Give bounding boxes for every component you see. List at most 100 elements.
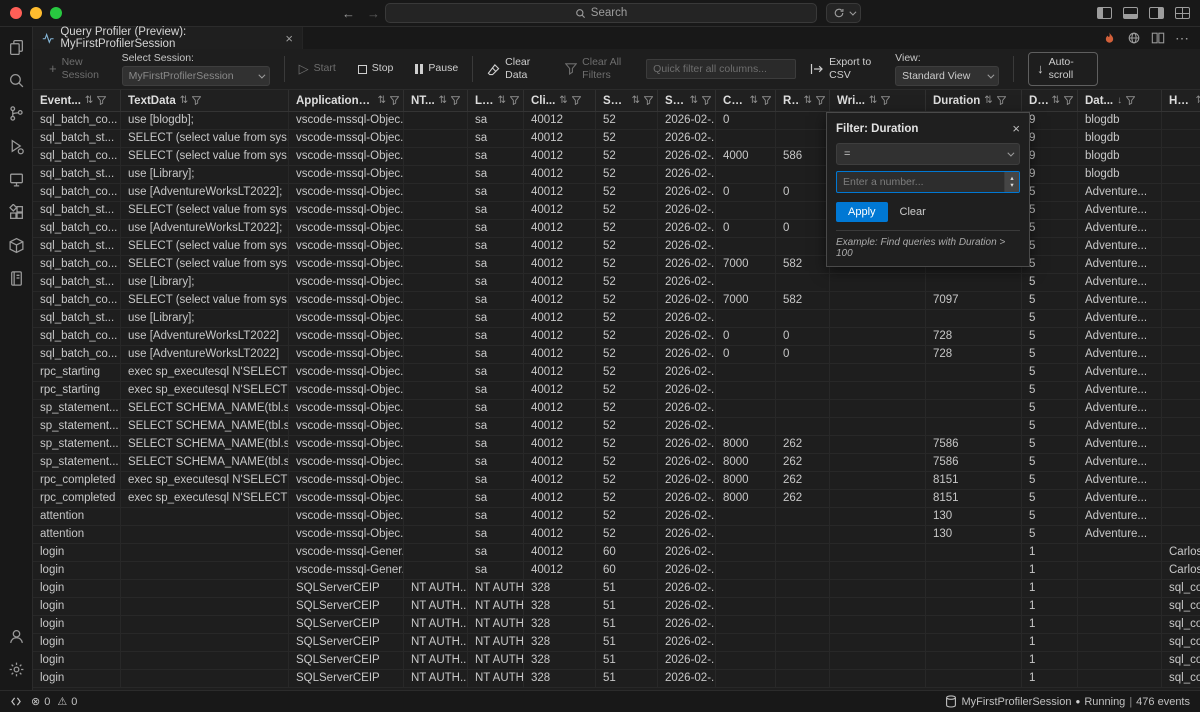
table-row[interactable]: sql_batch_st...use [Library];vscode-mssq… — [33, 274, 1200, 292]
stop-button[interactable]: Stop — [358, 62, 394, 75]
table-row[interactable]: sp_statement...SELECT SCHEMA_NAME(tbl.sc… — [33, 418, 1200, 436]
quick-filter-input[interactable] — [646, 59, 796, 79]
filter-funnel-icon[interactable] — [192, 96, 201, 105]
operator-select[interactable]: = — [836, 143, 1020, 165]
filter-funnel-icon[interactable] — [1126, 96, 1135, 105]
start-button[interactable]: ▷ Start — [299, 61, 336, 77]
number-spinner[interactable]: ▴▾ — [1004, 172, 1019, 192]
filter-funnel-icon[interactable] — [572, 96, 581, 105]
table-row[interactable]: loginSQLServerCEIPNT AUTH...NT AUTH...32… — [33, 670, 1200, 688]
column-header-databaseid[interactable]: Dat...⇅ — [1022, 90, 1078, 111]
table-row[interactable]: attentionvscode-mssql-Objec...sa40012522… — [33, 526, 1200, 544]
filter-funnel-icon[interactable] — [510, 96, 519, 105]
table-row[interactable]: sql_batch_co...SELECT (select value from… — [33, 292, 1200, 310]
filter-funnel-icon[interactable] — [816, 96, 825, 105]
column-header-spid[interactable]: SPID⇅ — [596, 90, 658, 111]
explorer-icon[interactable] — [0, 31, 33, 64]
sort-icon[interactable]: ⇅ — [498, 95, 506, 106]
more-actions-icon[interactable]: ⋯ — [1175, 30, 1190, 47]
table-row[interactable]: loginvscode-mssql-Gener...sa40012602026-… — [33, 562, 1200, 580]
database-projects-icon[interactable] — [0, 229, 33, 262]
toggle-primary-sidebar-icon[interactable] — [1097, 7, 1112, 19]
column-header-databasename[interactable]: Dat...↓ — [1078, 90, 1162, 111]
remote-indicator[interactable] — [10, 696, 22, 707]
new-session-button[interactable]: + New Session — [49, 56, 108, 82]
table-row[interactable]: rpc_startingexec sp_executesql N'SELECT … — [33, 364, 1200, 382]
forward-icon[interactable]: → — [367, 6, 380, 21]
toggle-secondary-sidebar-icon[interactable] — [1149, 7, 1164, 19]
autoscroll-button[interactable]: ↓ Auto-scroll — [1028, 52, 1098, 86]
column-header-hostname[interactable]: Ho...⇅ — [1162, 90, 1200, 111]
column-header-starttime[interactable]: Sta...⇅ — [658, 90, 716, 111]
column-header-applicationname[interactable]: ApplicationN...⇅ — [289, 90, 404, 111]
run-debug-icon[interactable] — [0, 130, 33, 163]
filter-funnel-icon[interactable] — [1064, 96, 1073, 105]
filter-funnel-icon[interactable] — [762, 96, 771, 105]
table-row[interactable]: rpc_completedexec sp_executesql N'SELECT… — [33, 472, 1200, 490]
account-icon[interactable] — [0, 620, 33, 653]
filter-funnel-icon[interactable] — [997, 96, 1006, 105]
profiler-session-status[interactable]: MyFirstProfilerSession ● Running | 476 e… — [945, 695, 1190, 708]
minimize-window-button[interactable] — [30, 7, 42, 19]
column-header-cpu[interactable]: CPU⇅ — [716, 90, 776, 111]
table-row[interactable]: loginSQLServerCEIPNT AUTH...NT AUTH...32… — [33, 616, 1200, 634]
split-editor-icon[interactable] — [1151, 31, 1165, 45]
problems-indicator[interactable]: ⊗ 0 ⚠ 0 — [31, 695, 77, 708]
sort-icon[interactable]: ⇅ — [632, 95, 640, 106]
settings-icon[interactable] — [0, 653, 33, 686]
column-header-reads[interactable]: Re...⇅ — [776, 90, 830, 111]
sort-icon[interactable]: ⇅ — [1196, 95, 1200, 106]
table-row[interactable]: sp_statement...SELECT SCHEMA_NAME(tbl.sc… — [33, 454, 1200, 472]
filter-funnel-icon[interactable] — [702, 96, 711, 105]
table-row[interactable]: sql_batch_co...use [AdventureWorksLT2022… — [33, 328, 1200, 346]
spinner-down-icon[interactable]: ▾ — [1010, 182, 1013, 189]
filter-funnel-icon[interactable] — [644, 96, 653, 105]
sort-icon[interactable]: ⇅ — [85, 95, 93, 106]
back-icon[interactable]: ← — [342, 6, 355, 21]
table-row[interactable]: loginSQLServerCEIPNT AUTH...NT AUTH...32… — [33, 652, 1200, 670]
command-center-search[interactable]: Search — [385, 3, 817, 23]
spinner-up-icon[interactable]: ▴ — [1010, 175, 1013, 182]
sort-icon[interactable]: ⇅ — [804, 95, 812, 106]
table-row[interactable]: sql_batch_co...use [AdventureWorksLT2022… — [33, 346, 1200, 364]
sort-icon[interactable]: ⇅ — [439, 95, 447, 106]
sort-icon[interactable]: ⇅ — [690, 95, 698, 106]
column-header-ntusername[interactable]: NT...⇅ — [404, 90, 468, 111]
table-row[interactable]: sp_statement...SELECT SCHEMA_NAME(tbl.sc… — [33, 436, 1200, 454]
table-row[interactable]: rpc_startingexec sp_executesql N'SELECT … — [33, 382, 1200, 400]
view-select[interactable]: Standard View — [895, 66, 999, 86]
filter-funnel-icon[interactable] — [451, 96, 460, 105]
table-row[interactable]: sql_batch_st...use [Library];vscode-mssq… — [33, 310, 1200, 328]
clear-data-button[interactable]: Clear Data — [487, 56, 539, 82]
table-row[interactable]: loginvscode-mssql-Gener...sa40012602026-… — [33, 544, 1200, 562]
globe-icon[interactable] — [1127, 31, 1141, 45]
table-row[interactable]: attentionvscode-mssql-Objec...sa40012522… — [33, 508, 1200, 526]
apply-filter-button[interactable]: Apply — [836, 202, 888, 222]
tab-query-profiler[interactable]: Query Profiler (Preview): MyFirstProfile… — [33, 27, 303, 49]
sort-icon[interactable]: ⇅ — [869, 95, 877, 106]
export-csv-button[interactable]: Export to CSV — [810, 56, 881, 82]
filter-value-input[interactable] — [837, 172, 1004, 192]
column-header-duration[interactable]: Duration⇅ — [926, 90, 1022, 111]
sort-icon[interactable]: ⇅ — [1052, 95, 1060, 106]
notebooks-icon[interactable] — [0, 262, 33, 295]
pause-button[interactable]: Pause — [415, 62, 458, 75]
session-select[interactable]: MyFirstProfilerSession — [122, 66, 270, 86]
clear-filter-button[interactable]: Clear — [900, 206, 926, 218]
sort-icon[interactable]: ⇅ — [559, 95, 567, 106]
column-header-writes[interactable]: Wri...⇅ — [830, 90, 926, 111]
column-header-clientprocessid[interactable]: Cli...⇅ — [524, 90, 596, 111]
extensions-icon[interactable] — [0, 196, 33, 229]
table-row[interactable]: loginSQLServerCEIPNT AUTH...NT AUTH...32… — [33, 634, 1200, 652]
clear-all-filters-button[interactable]: Clear All Filters — [565, 56, 632, 82]
filter-funnel-icon[interactable] — [881, 96, 890, 105]
sort-icon[interactable]: ↓ — [1117, 95, 1122, 106]
close-window-button[interactable] — [10, 7, 22, 19]
close-filter-popup-icon[interactable]: × — [1012, 121, 1020, 136]
column-header-eventclass[interactable]: Event...⇅ — [33, 90, 121, 111]
close-tab-icon[interactable]: × — [285, 31, 293, 46]
sort-icon[interactable]: ⇅ — [750, 95, 758, 106]
customize-layout-icon[interactable] — [1175, 7, 1190, 19]
toggle-panel-icon[interactable] — [1123, 7, 1138, 19]
sort-icon[interactable]: ⇅ — [180, 95, 188, 106]
